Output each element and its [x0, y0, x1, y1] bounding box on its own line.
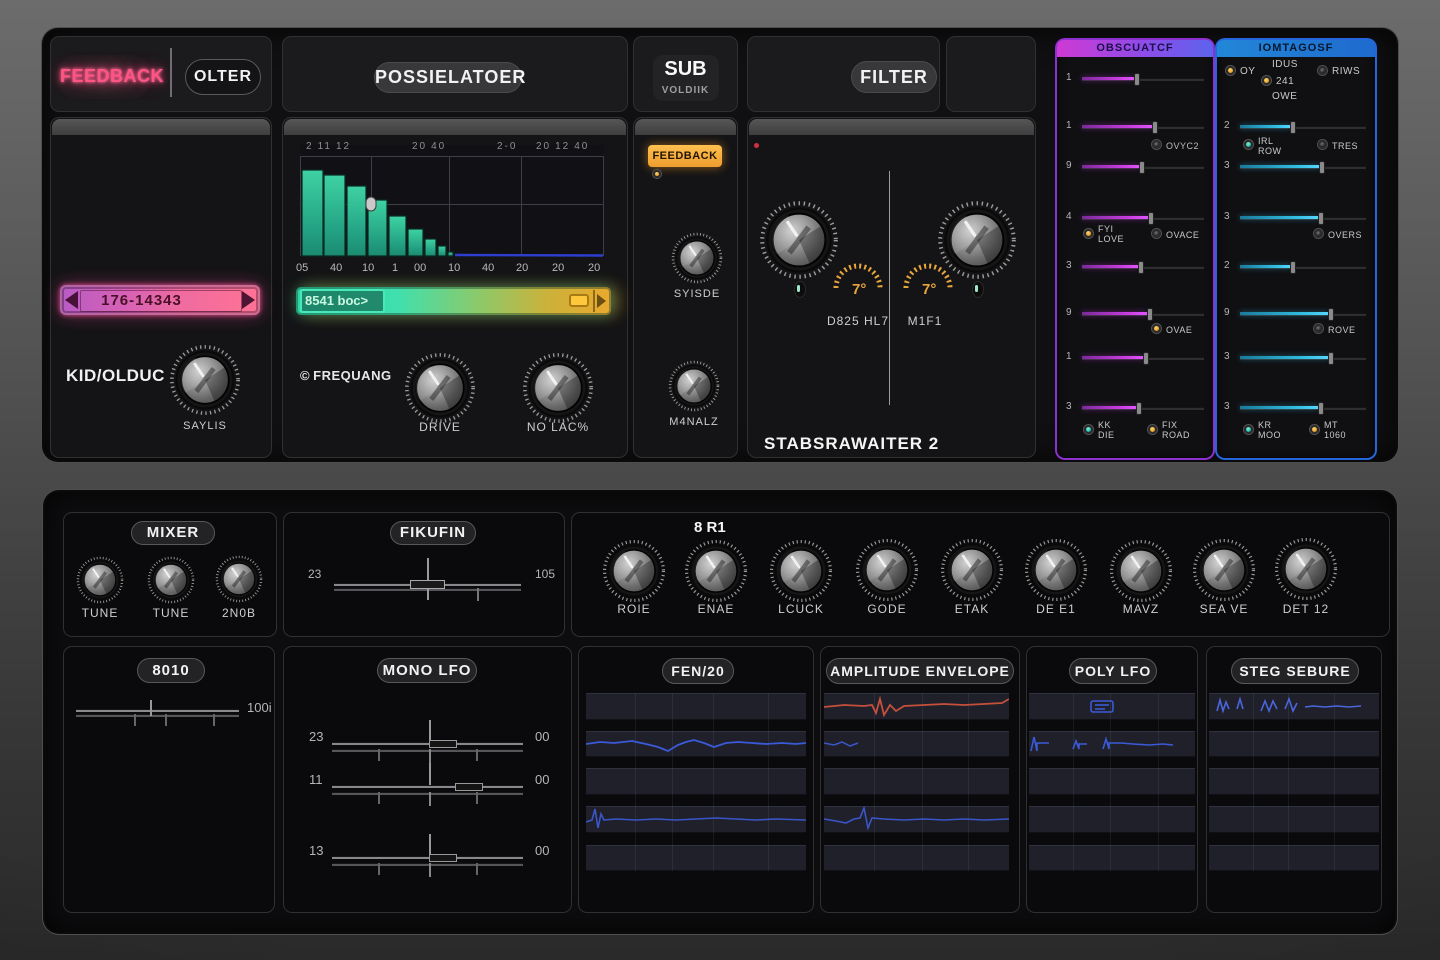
- svg-text:7°: 7°: [922, 281, 936, 298]
- svg-text:7°: 7°: [852, 281, 866, 298]
